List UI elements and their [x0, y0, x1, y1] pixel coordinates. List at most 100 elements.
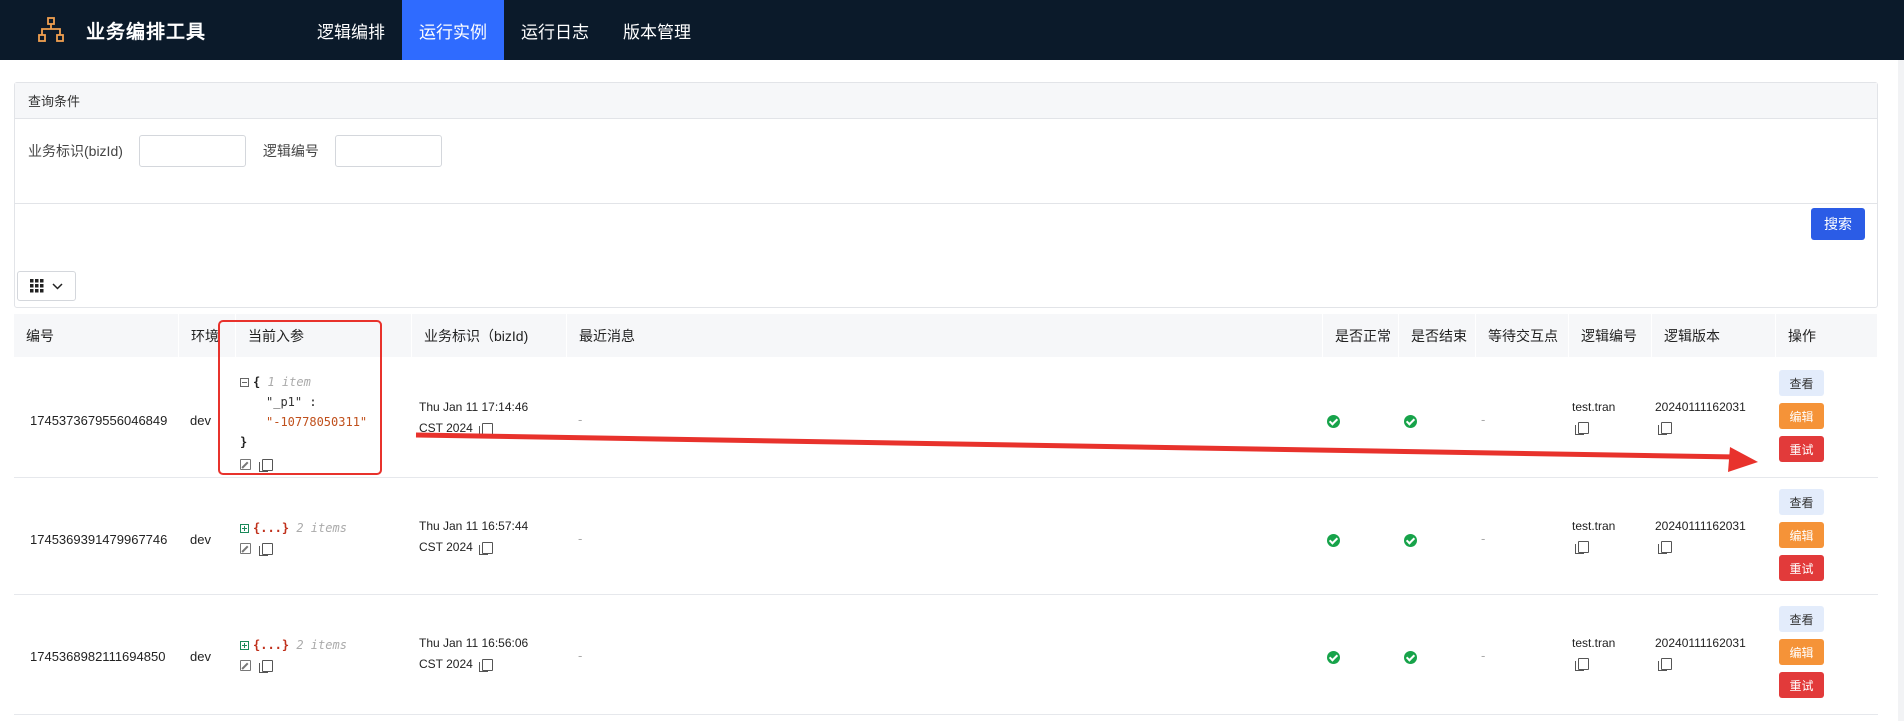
bizid-line-2: CST 2024: [419, 421, 473, 435]
row-bizid: Thu Jan 11 17:14:46 CST 2024: [419, 397, 528, 439]
col-header-logic-no[interactable]: 逻辑编号: [1569, 314, 1652, 357]
query-panel: 查询条件 业务标识(bizId) 逻辑编号 搜索: [14, 82, 1878, 308]
app-title: 业务编排工具: [86, 21, 207, 43]
bizid-line-2: CST 2024: [419, 540, 473, 554]
col-header-last-msg[interactable]: 最近消息: [567, 314, 1323, 357]
edit-button[interactable]: 编辑: [1779, 639, 1824, 665]
retry-button[interactable]: 重试: [1779, 555, 1824, 581]
copy-icon[interactable]: [259, 542, 274, 556]
view-button[interactable]: 查看: [1779, 370, 1824, 396]
row-env: dev: [190, 649, 211, 664]
logic-ver-text: 20240111162031: [1655, 400, 1746, 414]
row-env: dev: [190, 413, 211, 428]
row-last-msg: -: [578, 648, 583, 663]
grid-icon: [30, 279, 44, 293]
annotation-highlight-box: [218, 320, 382, 475]
logic-ver-text: 20240111162031: [1655, 636, 1746, 650]
col-header-logic-ver[interactable]: 逻辑版本: [1652, 314, 1776, 357]
view-button[interactable]: 查看: [1779, 606, 1824, 632]
copy-icon[interactable]: [1575, 540, 1589, 554]
col-header-waiting[interactable]: 等待交互点: [1476, 314, 1569, 357]
check-circle-icon: [1404, 415, 1417, 428]
nav-item-run-instances[interactable]: 运行实例: [402, 0, 504, 60]
edit-button[interactable]: 编辑: [1779, 403, 1824, 429]
edit-icon[interactable]: [240, 543, 251, 554]
query-fields: 业务标识(bizId) 逻辑编号: [28, 135, 459, 167]
logic-no-text: test.tran: [1572, 519, 1616, 533]
row-logic-no: test.tran: [1572, 516, 1615, 556]
brand[interactable]: 业务编排工具: [0, 15, 300, 45]
check-circle-icon: [1327, 534, 1340, 547]
check-circle-icon: [1404, 534, 1417, 547]
table-row: 1745368982111694850 dev {...} 2 items Th…: [14, 595, 1878, 715]
col-header-actions: 操作: [1776, 314, 1878, 357]
logic-ver-text: 20240111162031: [1655, 519, 1746, 533]
bizid-line-1: Thu Jan 11 16:57:44: [419, 519, 529, 533]
row-logic-ver: 20240111162031: [1655, 633, 1746, 673]
nav-item-run-logs[interactable]: 运行日志: [504, 0, 606, 60]
view-button[interactable]: 查看: [1779, 489, 1824, 515]
row-waiting: -: [1481, 531, 1486, 546]
col-header-id[interactable]: 编号: [14, 314, 179, 357]
edit-button[interactable]: 编辑: [1779, 522, 1824, 548]
copy-icon[interactable]: [479, 422, 494, 436]
col-header-bizid[interactable]: 业务标识（bizId): [412, 314, 567, 357]
nav-item-logic-orchestration[interactable]: 逻辑编排: [300, 0, 402, 60]
row-id: 1745373679556046849: [30, 413, 168, 428]
nav-item-version-management[interactable]: 版本管理: [606, 0, 708, 60]
logic-no-text: test.tran: [1572, 400, 1616, 414]
copy-icon[interactable]: [259, 659, 274, 673]
copy-icon[interactable]: [1658, 421, 1672, 435]
row-bizid: Thu Jan 11 16:56:06 CST 2024: [419, 633, 528, 675]
copy-icon[interactable]: [1658, 657, 1672, 671]
row-waiting: -: [1481, 648, 1486, 663]
col-header-is-normal[interactable]: 是否正常: [1323, 314, 1399, 357]
json-collapsed: {...}: [253, 638, 290, 652]
table-row: 1745369391479967746 dev {...} 2 items Th…: [14, 478, 1878, 595]
copy-icon[interactable]: [1658, 540, 1672, 554]
copy-icon[interactable]: [479, 541, 494, 555]
check-circle-icon: [1327, 415, 1340, 428]
params-count: 2 items: [296, 638, 347, 652]
bizid-line-1: Thu Jan 11 17:14:46: [419, 400, 529, 414]
row-logic-no: test.tran: [1572, 397, 1615, 437]
copy-icon[interactable]: [479, 658, 494, 672]
copy-icon[interactable]: [1575, 421, 1589, 435]
retry-button[interactable]: 重试: [1779, 436, 1824, 462]
row-last-msg: -: [578, 531, 583, 546]
row-logic-no: test.tran: [1572, 633, 1615, 673]
edit-icon[interactable]: [240, 660, 251, 671]
top-navbar: 业务编排工具 逻辑编排 运行实例 运行日志 版本管理: [0, 0, 1904, 60]
chevron-down-icon: [52, 282, 63, 290]
row-last-msg: -: [578, 412, 583, 427]
row-waiting: -: [1481, 412, 1486, 427]
copy-icon[interactable]: [1575, 657, 1589, 671]
json-collapsed: {...}: [253, 521, 290, 535]
row-bizid: Thu Jan 11 16:57:44 CST 2024: [419, 516, 528, 558]
logic-no-text: test.tran: [1572, 636, 1616, 650]
row-id: 1745368982111694850: [30, 649, 166, 664]
org-chart-icon: [38, 17, 64, 42]
row-id: 1745369391479967746: [30, 532, 168, 547]
row-logic-ver: 20240111162031: [1655, 516, 1746, 556]
logic-no-input[interactable]: [334, 135, 442, 167]
logic-no-label: 逻辑编号: [262, 143, 319, 159]
expand-toggle-icon[interactable]: [240, 524, 249, 533]
retry-button[interactable]: 重试: [1779, 672, 1824, 698]
bizid-label: 业务标识(bizId): [28, 143, 123, 159]
check-circle-icon: [1404, 651, 1417, 664]
bizid-input[interactable]: [138, 135, 246, 167]
search-button[interactable]: 搜索: [1811, 208, 1865, 240]
query-panel-title: 查询条件: [15, 83, 1877, 119]
bizid-line-2: CST 2024: [419, 657, 473, 671]
main-nav: 逻辑编排 运行实例 运行日志 版本管理: [300, 0, 708, 60]
params-json-viewer: {...} 2 items: [240, 518, 347, 558]
params-count: 2 items: [296, 521, 347, 535]
expand-toggle-icon[interactable]: [240, 641, 249, 650]
query-divider: [15, 203, 1877, 204]
col-header-is-finished[interactable]: 是否结束: [1399, 314, 1476, 357]
row-logic-ver: 20240111162031: [1655, 397, 1746, 437]
params-json-viewer: {...} 2 items: [240, 635, 347, 675]
column-toggle-button[interactable]: [17, 271, 76, 301]
check-circle-icon: [1327, 651, 1340, 664]
